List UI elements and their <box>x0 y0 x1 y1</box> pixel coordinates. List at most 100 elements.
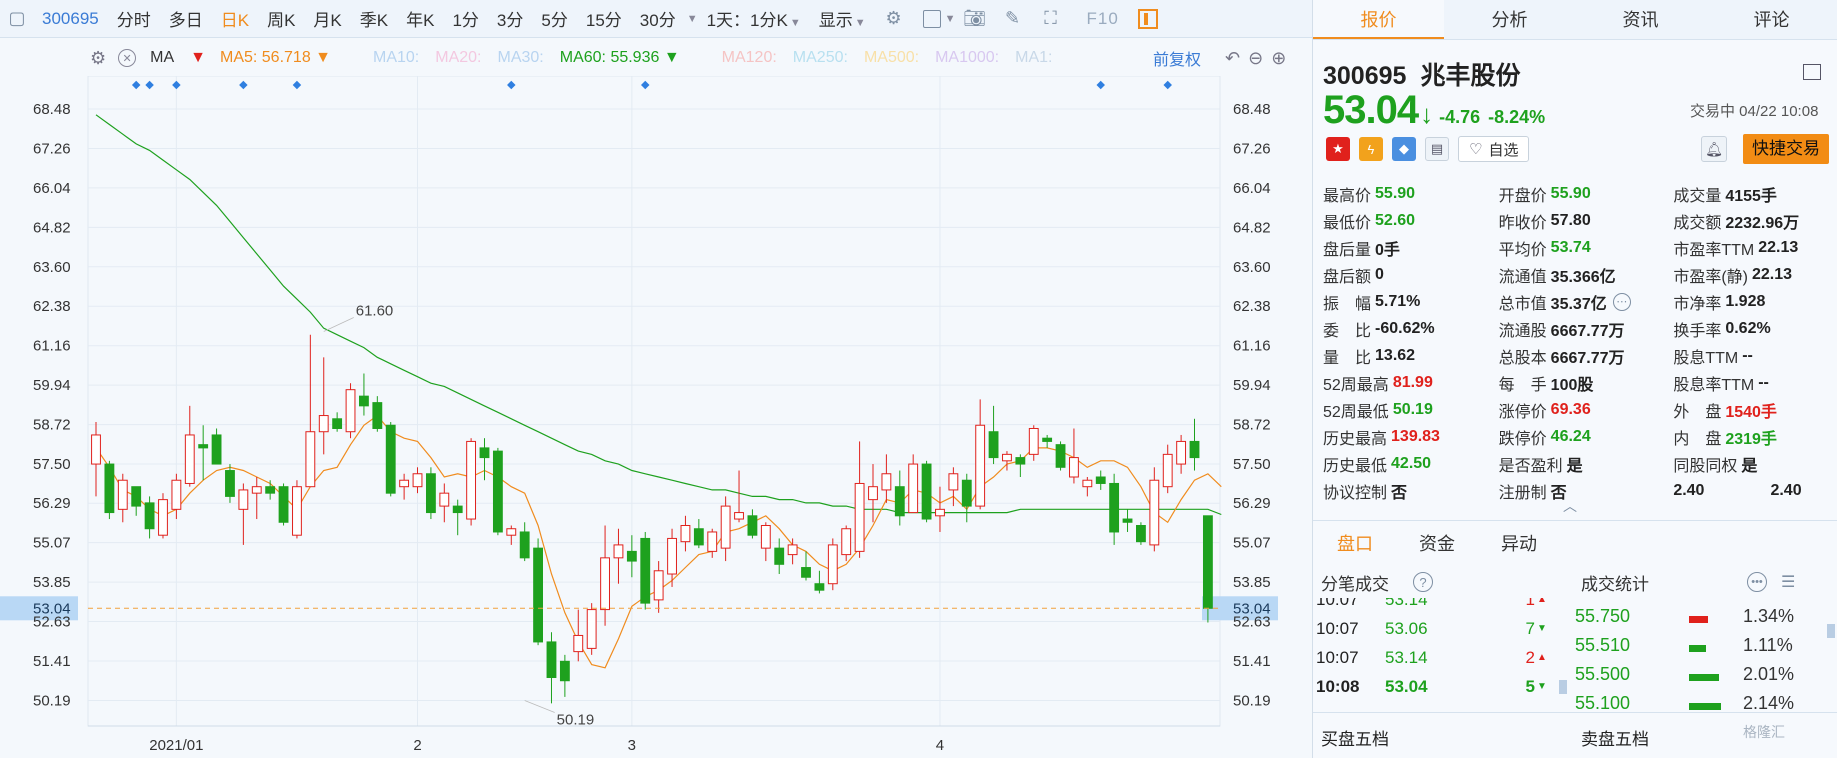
candle-body[interactable] <box>171 479 182 510</box>
candle-body[interactable] <box>184 434 195 484</box>
candle-body[interactable] <box>238 489 249 510</box>
collapse-chevron-icon[interactable]: ︿ <box>1563 496 1577 516</box>
candle-body[interactable] <box>935 508 945 517</box>
pencil-icon[interactable]: ✎ <box>1002 8 1024 30</box>
candle-body[interactable] <box>225 470 235 497</box>
candle-body[interactable] <box>854 482 865 552</box>
candle-body[interactable] <box>1122 518 1133 523</box>
candle-body[interactable] <box>1028 427 1039 455</box>
ma-item[interactable]: MA1000: <box>935 49 999 67</box>
candle-body[interactable] <box>720 505 731 549</box>
candle-body[interactable] <box>452 505 463 514</box>
more-icon[interactable]: ⋯ <box>1612 292 1631 311</box>
candle-body[interactable] <box>613 544 624 559</box>
scrollbar[interactable] <box>1827 624 1835 638</box>
candle-body[interactable] <box>774 547 785 565</box>
candle-body[interactable] <box>425 473 436 514</box>
zoom-in-icon[interactable]: ⊕ <box>1271 48 1286 69</box>
settings-icon[interactable]: ⚙ <box>883 8 905 30</box>
candle-body[interactable] <box>961 479 972 507</box>
candle-body[interactable] <box>734 512 744 520</box>
candle-body[interactable] <box>131 486 142 507</box>
ma-item[interactable]: MA20: <box>435 49 481 67</box>
candle-body[interactable] <box>359 395 369 407</box>
candle-body[interactable] <box>1002 453 1012 462</box>
candle-body[interactable] <box>1109 482 1120 533</box>
more-icon[interactable]: ••• <box>1747 572 1767 592</box>
candle-body[interactable] <box>600 557 610 611</box>
trade-stats-list[interactable]: 55.750 1.34% 55.510 1.11% 55.500 2.01% 55.100 2… <box>1575 598 1825 710</box>
candle-body[interactable] <box>265 486 276 494</box>
lower-tab[interactable]: 异动 <box>1501 530 1537 556</box>
candle-body[interactable] <box>439 492 450 507</box>
candle-body[interactable] <box>693 528 704 546</box>
candle-body[interactable] <box>479 447 490 459</box>
kline-chart[interactable]: 68.48 68.48 67.26 67.26 66.04 66.04 64.82 64.82… <box>0 76 1312 758</box>
candle-body[interactable] <box>91 434 101 465</box>
candle-body[interactable] <box>814 583 825 591</box>
tag-icon[interactable]: ◆ <box>1392 137 1416 161</box>
zoom-out-icon[interactable]: ⊖ <box>1248 48 1263 69</box>
candle-body[interactable] <box>412 473 423 488</box>
candle-body[interactable] <box>787 544 798 556</box>
candle-body[interactable] <box>868 486 878 501</box>
ma-label[interactable]: MA <box>150 49 174 67</box>
candle-body[interactable] <box>345 389 356 433</box>
period-tab[interactable]: 年K <box>397 6 443 31</box>
period-tab[interactable]: 1分 <box>443 6 487 31</box>
candle-body[interactable] <box>894 486 905 517</box>
help-icon[interactable]: ? <box>1413 572 1433 592</box>
candle-body[interactable] <box>801 567 811 578</box>
close-icon[interactable]: ✕ <box>118 49 137 67</box>
period-tab[interactable]: 5分 <box>532 6 576 31</box>
quote-tab[interactable]: 分析 <box>1444 0 1575 39</box>
note-icon[interactable]: ▤ <box>1425 137 1449 161</box>
candle-body[interactable] <box>680 525 691 543</box>
ma-item[interactable]: MA120: <box>722 49 777 67</box>
layout-icon[interactable] <box>922 9 941 28</box>
watchlist-button[interactable]: ♡ 自选 <box>1458 136 1530 162</box>
quote-tab[interactable]: 评论 <box>1706 0 1837 39</box>
candle-body[interactable] <box>211 434 222 465</box>
candle-body[interactable] <box>1042 437 1053 442</box>
candle-body[interactable] <box>372 402 383 429</box>
stock-code[interactable]: 300695 <box>36 9 108 29</box>
candle-body[interactable] <box>144 502 155 530</box>
candle-body[interactable] <box>399 479 410 488</box>
candle-body[interactable] <box>506 528 517 536</box>
candle-body[interactable] <box>760 525 771 549</box>
chevron-down-icon[interactable]: ▼ <box>945 13 956 25</box>
candle-body[interactable] <box>1189 440 1200 459</box>
candle-body[interactable] <box>1069 457 1079 478</box>
candle-body[interactable] <box>117 479 128 510</box>
candle-body[interactable] <box>921 463 932 520</box>
candle-body[interactable] <box>1162 453 1173 488</box>
candle-body[interactable] <box>640 537 651 604</box>
chevron-down-icon[interactable]: ▼ <box>687 13 698 25</box>
f10-button[interactable]: F10 <box>1078 9 1128 29</box>
candle-body[interactable] <box>667 537 677 575</box>
camera-icon[interactable]: 📷︎ <box>963 8 986 30</box>
ma-item[interactable]: MA1: <box>1015 49 1052 67</box>
candle-body[interactable] <box>251 486 262 494</box>
period-tab[interactable]: 季K <box>351 6 397 31</box>
candle-body[interactable] <box>988 431 999 459</box>
undo-icon[interactable]: ↶ <box>1225 48 1240 69</box>
candle-body[interactable] <box>492 450 503 533</box>
candle-body[interactable] <box>198 444 209 449</box>
candle-body[interactable] <box>278 486 289 523</box>
candle-body[interactable] <box>332 418 343 429</box>
interval-select[interactable]: 1天：1分K ▼ <box>698 6 810 31</box>
candle-body[interactable] <box>385 424 396 494</box>
candle-body[interactable] <box>573 634 584 653</box>
candle-body[interactable] <box>841 528 852 556</box>
candle-body[interactable] <box>1015 457 1026 465</box>
fullscreen-icon[interactable]: ⛶ <box>1040 8 1062 30</box>
candle-body[interactable] <box>1082 479 1093 488</box>
candle-body[interactable] <box>881 473 892 491</box>
buy5-label[interactable]: 买盘五档 <box>1321 725 1389 750</box>
list-icon[interactable]: ☰ <box>1781 572 1795 592</box>
period-tab[interactable]: 多日 <box>160 6 212 31</box>
tick-list[interactable]: 10:07 53.14 1 ▲ 10:07 53.06 7 ▼ 10:07 53.14 2 ▲ 10:0… <box>1313 598 1553 710</box>
quote-tab[interactable]: 资讯 <box>1575 0 1706 39</box>
